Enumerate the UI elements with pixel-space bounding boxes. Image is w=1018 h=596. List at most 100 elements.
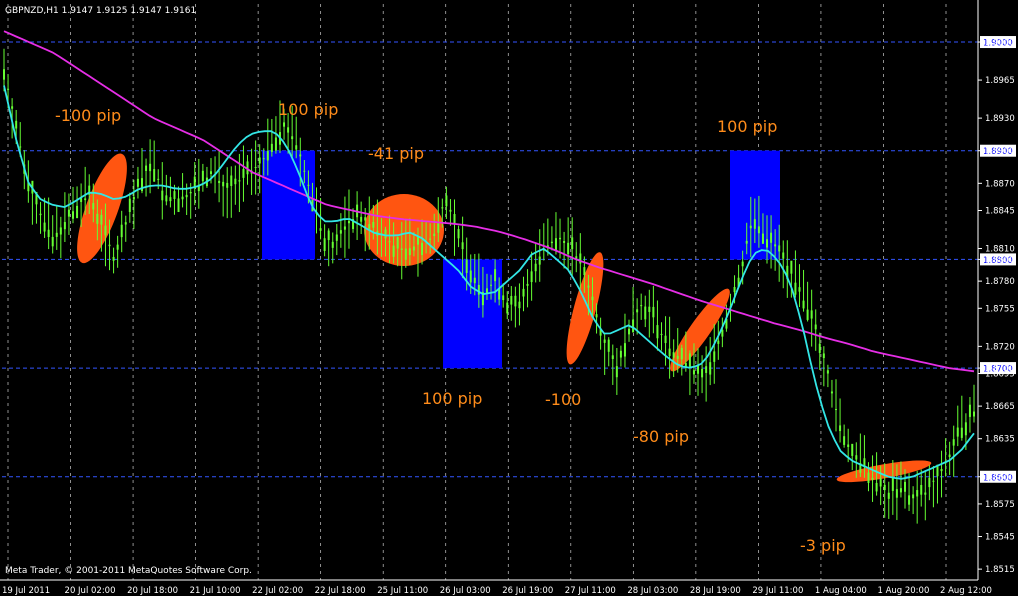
- candle-body: [770, 232, 773, 243]
- price-tick-label: 1.8695: [985, 370, 1015, 380]
- candle-body: [960, 427, 963, 438]
- candle-body: [867, 472, 870, 483]
- candle-body: [262, 158, 265, 160]
- candle-body: [761, 233, 764, 244]
- candle-body: [806, 309, 809, 320]
- candle-body: [924, 492, 927, 495]
- candle-body: [745, 240, 748, 244]
- candle-body: [530, 271, 533, 283]
- candle-body: [510, 295, 513, 305]
- candle-body: [465, 259, 468, 273]
- candle-body: [128, 198, 131, 212]
- time-tick-label: 20 Jul 02:00: [65, 586, 116, 596]
- candle-body: [895, 489, 898, 498]
- candle-body: [912, 494, 915, 499]
- profit-box: [443, 259, 502, 369]
- candle-body: [932, 480, 935, 482]
- candle-body: [347, 220, 350, 224]
- candle-body: [814, 324, 817, 330]
- candle-body: [571, 237, 574, 250]
- candle-body: [973, 411, 975, 417]
- candle-body: [469, 270, 472, 283]
- candle-body: [372, 221, 375, 228]
- annotation-label: -100: [545, 390, 581, 409]
- price-tick-label: 1.8515: [985, 565, 1015, 575]
- time-tick-label: 19 Jul 2011: [2, 586, 50, 596]
- candle-body: [587, 285, 590, 288]
- candle-body: [632, 319, 635, 333]
- candle-body: [891, 478, 894, 491]
- candle-body: [591, 296, 594, 301]
- candle-body: [705, 366, 708, 373]
- annotation-label: -3 pip: [800, 536, 846, 555]
- candle-body: [441, 207, 444, 209]
- candle-body: [494, 269, 497, 282]
- candle-body: [717, 340, 720, 344]
- candle-body: [948, 454, 951, 458]
- candle-body: [116, 244, 119, 250]
- candle-body: [258, 157, 261, 164]
- candle-body: [84, 198, 87, 201]
- candle-body: [611, 355, 614, 359]
- candle-body: [161, 190, 164, 201]
- candle-body: [518, 301, 521, 309]
- time-tick-label: 26 Jul 19:00: [502, 586, 553, 596]
- candle-body: [234, 178, 237, 185]
- candle-body: [400, 248, 403, 250]
- candle-body: [3, 69, 5, 80]
- annotation-label: 100 pip: [278, 100, 338, 119]
- price-tick-label: 1.8600: [985, 473, 1015, 483]
- candle-body: [826, 370, 829, 374]
- candle-body: [741, 261, 744, 267]
- price-tick-label: 1.8845: [985, 206, 1015, 216]
- candle-body: [226, 182, 229, 188]
- candle-body: [71, 211, 74, 219]
- candle-body: [652, 306, 655, 318]
- candle-body: [952, 439, 955, 446]
- candle-body: [453, 214, 456, 225]
- candle-body: [899, 488, 902, 493]
- profit-box: [262, 150, 315, 260]
- candle-body: [299, 154, 302, 157]
- time-tick-label: 28 Jul 03:00: [627, 586, 678, 596]
- candle-body: [222, 181, 225, 187]
- candle-body: [120, 224, 123, 238]
- candle-body: [810, 310, 813, 319]
- candle-body: [104, 225, 107, 236]
- candle-body: [847, 444, 850, 447]
- candle-body: [538, 256, 541, 265]
- annotation-label: 100 pip: [717, 117, 777, 136]
- candle-body: [668, 348, 671, 356]
- time-tick-label: 1 Aug 04:00: [815, 586, 867, 596]
- candle-body: [157, 178, 160, 180]
- candle-body: [457, 229, 460, 239]
- candle-body: [108, 244, 111, 247]
- candle-body: [55, 232, 58, 237]
- candle-body: [408, 248, 411, 256]
- candle-body: [274, 137, 277, 151]
- price-chart[interactable]: 1.90001.89001.88001.87001.8600 -100 pip 1…: [0, 0, 1018, 596]
- candle-body: [802, 300, 805, 309]
- candle-body: [149, 163, 152, 172]
- candle-body: [778, 245, 781, 252]
- candle-body: [201, 170, 204, 182]
- candle-body: [339, 230, 342, 234]
- candle-body: [709, 362, 712, 375]
- candle-body: [433, 233, 436, 237]
- candle-body: [7, 88, 10, 90]
- candle-body: [185, 194, 188, 198]
- candle-body: [323, 238, 326, 251]
- candle-body: [916, 490, 919, 497]
- time-tick-label: 28 Jul 19:00: [690, 586, 741, 596]
- candle-body: [782, 252, 785, 259]
- candle-body: [648, 306, 651, 312]
- price-tick-label: 1.8575: [985, 500, 1015, 510]
- time-tick-label: 20 Jul 18:00: [127, 586, 178, 596]
- candle-body: [153, 169, 156, 182]
- candle-body: [169, 197, 172, 202]
- candle-body: [165, 195, 168, 202]
- candle-body: [855, 455, 858, 460]
- candle-body: [238, 180, 241, 182]
- candle-body: [940, 469, 943, 472]
- symbol-header: GBPNZD,H1 1.9147 1.9125 1.9147 1.9161: [5, 6, 196, 16]
